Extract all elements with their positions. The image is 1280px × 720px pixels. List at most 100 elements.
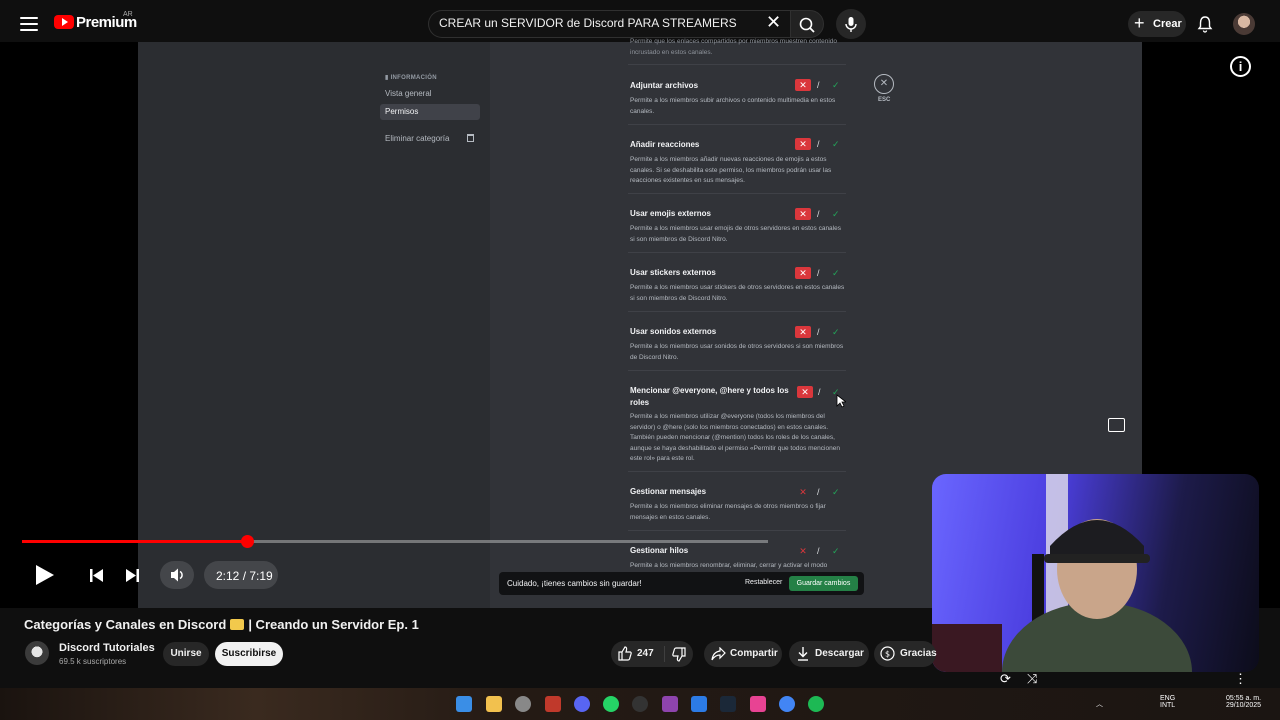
spotify-icon[interactable] [808,696,824,712]
share-icon [711,647,726,661]
divider [628,124,846,125]
voice-search-button[interactable] [836,9,866,39]
reset-button[interactable]: Restablecer [745,579,782,586]
discord-app-icon[interactable] [574,696,590,712]
close-icon[interactable]: ✕ [874,74,894,94]
neutral-toggle[interactable]: / [817,326,820,338]
deny-toggle[interactable]: ✕ [795,326,811,338]
neutral-toggle[interactable]: / [817,138,820,150]
discord-settings-sidebar [138,42,490,608]
whatsapp-icon[interactable] [603,696,619,712]
progress-played [22,540,247,543]
previous-icon[interactable] [90,569,104,582]
sidebar-item-delete-category[interactable]: Eliminar categoría [380,131,480,147]
create-label[interactable]: Crear [1153,18,1182,30]
clear-search-icon[interactable]: ✕ [766,12,781,32]
search-button[interactable] [790,10,824,38]
divider [628,193,846,194]
allow-toggle[interactable]: ✓ [832,545,840,557]
divider [628,64,846,65]
neutral-toggle[interactable]: / [817,208,820,220]
deny-toggle[interactable]: ✕ [795,208,811,220]
tray-expand-icon[interactable]: ︿ [1096,699,1103,709]
sidebar-item-overview[interactable]: Vista general [380,86,480,102]
repeat-icon[interactable]: ⟳ [1000,671,1011,687]
permission-description: Permite a los miembros usar emojis de ot… [630,225,841,243]
app-icon[interactable] [662,696,678,712]
volume-icon [171,568,183,582]
obs-icon[interactable] [632,696,648,712]
like-icon[interactable] [618,646,632,661]
sidebar-section-label: ▮ INFORMACIÓN [385,75,437,81]
channel-name[interactable]: Discord Tutoriales [59,642,155,654]
notifications-bell-icon[interactable] [1197,15,1213,33]
clock[interactable]: 05:55 a. m. 29/10/2025 [1226,695,1261,709]
progress-scrubber[interactable] [240,535,254,548]
sidebar-item-permissions[interactable]: Permisos [380,104,480,120]
neutral-toggle[interactable]: / [818,386,821,398]
windows-start-icon[interactable] [456,696,472,712]
trash-icon[interactable] [467,134,474,142]
shuffle-icon[interactable]: ⤨ [1027,671,1037,687]
permission-description: Permite a los miembros subir archivos o … [630,97,836,115]
divider [628,311,846,312]
next-icon[interactable] [125,569,139,582]
neutral-toggle[interactable]: / [817,79,820,91]
search-query[interactable]: CREAR un SERVIDOR de Discord PARA STREAM… [439,16,737,30]
permission-description: Permite a los miembros usar stickers de … [630,284,845,302]
deny-toggle[interactable]: ✕ [797,386,813,398]
country-code: AR [123,11,133,18]
download-label[interactable]: Descargar [815,648,864,659]
like-count: 247 [637,648,654,659]
file-explorer-icon[interactable] [486,696,502,712]
save-changes-button[interactable]: Guardar cambios [789,576,858,591]
join-button[interactable]: Unirse [163,642,209,666]
divider [628,530,846,531]
steam-icon[interactable] [720,696,736,712]
thanks-label[interactable]: Gracias [900,648,937,659]
more-options-icon[interactable]: ⋮ [1234,671,1247,687]
miniplayer-icon[interactable] [1108,418,1125,432]
svg-text:$: $ [885,650,890,659]
info-icon[interactable]: i [1230,56,1251,77]
folder-icon [230,619,245,630]
deny-toggle[interactable]: ✕ [795,79,811,91]
deny-toggle[interactable]: ✕ [795,545,811,557]
microphone-icon [845,17,857,32]
divider [628,471,846,472]
divider [664,646,665,662]
subscribe-button[interactable]: Suscribirse [215,642,283,666]
deny-toggle[interactable]: ✕ [795,138,811,150]
user-avatar[interactable] [1233,13,1255,35]
menu-icon[interactable] [20,14,38,34]
share-label[interactable]: Compartir [730,648,778,659]
dislike-icon[interactable] [672,647,686,662]
permission-description: Permite a los miembros renombrar, elimin… [630,562,828,569]
esc-label: ESC [878,97,891,103]
channel-avatar[interactable] [25,641,49,665]
allow-toggle[interactable]: ✓ [832,486,840,498]
mouse-cursor-icon [836,394,846,408]
neutral-toggle[interactable]: / [817,486,820,498]
volume-button[interactable] [160,561,194,589]
deny-toggle[interactable]: ✕ [795,486,811,498]
deny-toggle[interactable]: ✕ [795,267,811,279]
subscriber-count: 69.5 k suscriptores [59,657,127,666]
app-icon[interactable] [750,696,766,712]
allow-toggle[interactable]: ✓ [832,79,840,91]
chrome-icon[interactable] [779,696,795,712]
neutral-toggle[interactable]: / [817,267,820,279]
allow-toggle[interactable]: ✓ [832,267,840,279]
youtube-logo-icon[interactable] [54,15,74,29]
neutral-toggle[interactable]: / [817,545,820,557]
allow-toggle[interactable]: ✓ [832,138,840,150]
allow-toggle[interactable]: ✓ [832,326,840,338]
divider [628,252,846,253]
permission-description: Permite a los miembros añadir nuevas rea… [630,156,832,184]
allow-toggle[interactable]: ✓ [832,208,840,220]
app-icon[interactable] [691,696,707,712]
language-indicator[interactable]: ENG INTL [1160,695,1175,709]
app-icon[interactable] [545,696,561,712]
play-icon[interactable] [36,565,54,585]
app-icon[interactable] [515,696,531,712]
